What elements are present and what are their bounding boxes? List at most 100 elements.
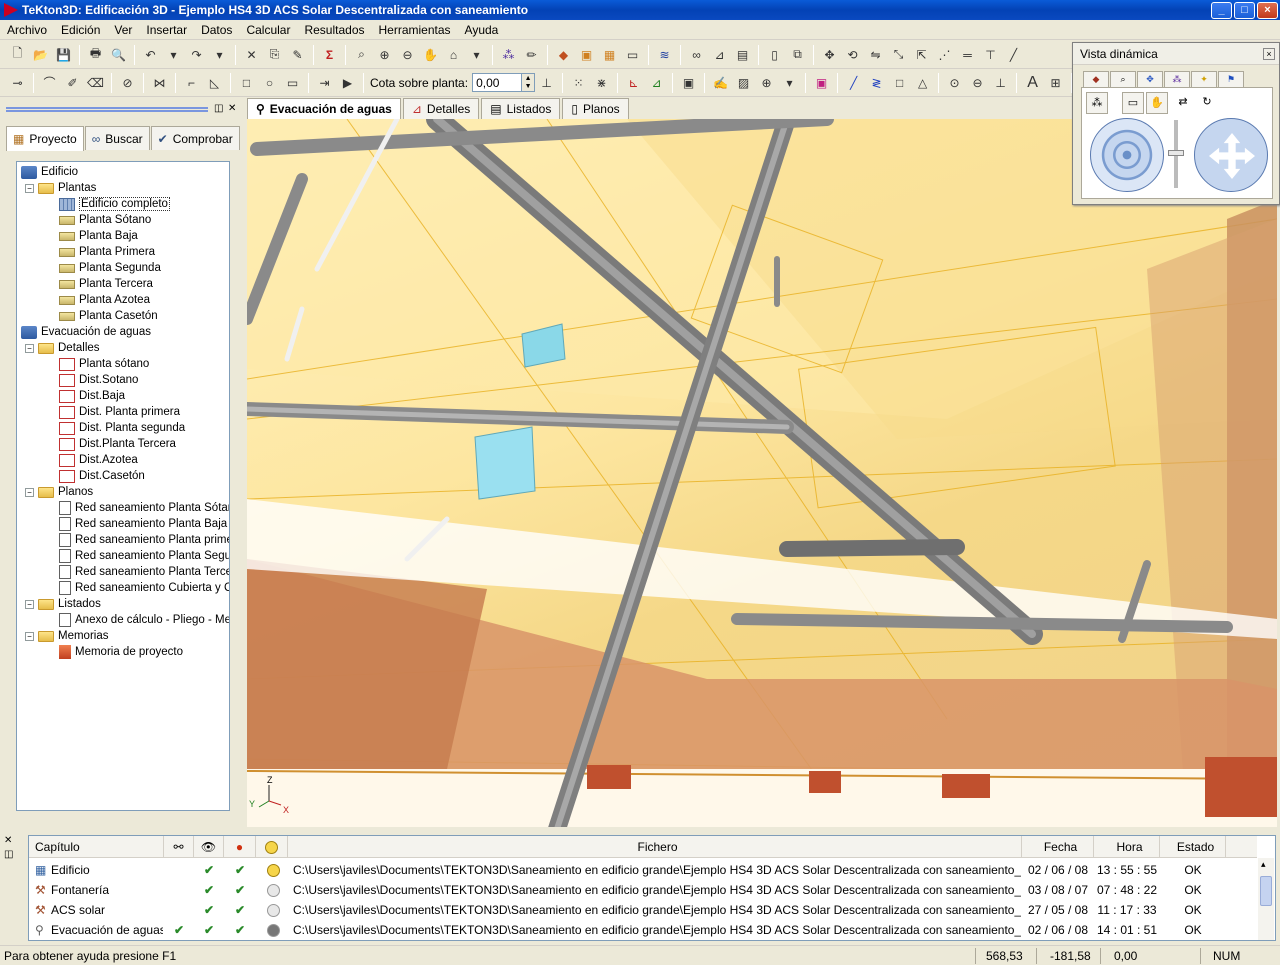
rounded-rect-icon[interactable]: ▭ bbox=[282, 72, 303, 93]
copy-icon[interactable]: ⎘ bbox=[264, 44, 285, 65]
redo-icon[interactable]: ↷ bbox=[186, 44, 207, 65]
zoom-icon[interactable]: ⌕ bbox=[351, 44, 372, 65]
close-button[interactable]: × bbox=[1257, 1, 1278, 19]
zoom-in-icon[interactable]: ⊕ bbox=[374, 44, 395, 65]
cell-calc-check[interactable]: ✔ bbox=[230, 880, 250, 900]
view-dropdown-icon[interactable]: ▾ bbox=[466, 44, 487, 65]
tangent-icon[interactable]: ⊖ bbox=[967, 72, 988, 93]
cell-link-check[interactable] bbox=[169, 860, 189, 880]
tree-item[interactable]: Edificio completo bbox=[59, 196, 170, 212]
tree-item[interactable]: Edificio bbox=[21, 164, 78, 180]
tree-item[interactable]: Planta Segunda bbox=[59, 260, 161, 276]
target-icon[interactable]: ⊕ bbox=[756, 72, 777, 93]
tree-item[interactable]: Red saneamiento Planta Sótan bbox=[59, 500, 229, 516]
cota-spinner[interactable]: ▲ ▼ bbox=[522, 73, 536, 92]
select-box-icon[interactable]: ▣ bbox=[811, 72, 832, 93]
tree-item[interactable]: Evacuación de aguas bbox=[21, 324, 151, 340]
label-mode-icon[interactable]: ▭ bbox=[622, 44, 643, 65]
tree-item[interactable]: − Plantas bbox=[25, 180, 96, 196]
maximize-button[interactable]: □ bbox=[1234, 1, 1255, 19]
tree-item[interactable]: Dist. Planta segunda bbox=[59, 420, 185, 436]
eraser-icon[interactable]: ⌫ bbox=[85, 72, 106, 93]
menu-calcular[interactable]: Calcular bbox=[239, 23, 297, 37]
cell-calc-check[interactable]: ✔ bbox=[230, 900, 250, 920]
array-icon[interactable]: ⋰ bbox=[934, 44, 955, 65]
3d-viewport[interactable]: Z Y X bbox=[247, 119, 1277, 827]
level-icon[interactable]: ⊥ bbox=[536, 72, 557, 93]
col-calc-icon[interactable]: ● bbox=[224, 836, 256, 858]
solid-mode-icon[interactable]: ▣ bbox=[576, 44, 597, 65]
dimension-icon[interactable]: ⊞ bbox=[1045, 72, 1066, 93]
tree-expander-icon[interactable]: − bbox=[25, 183, 34, 193]
panel-grip[interactable] bbox=[6, 107, 208, 112]
layers-icon[interactable]: ≋ bbox=[654, 44, 675, 65]
page-icon[interactable]: ▯ bbox=[764, 44, 785, 65]
tab-buscar[interactable]: ∞ Buscar bbox=[84, 126, 150, 150]
vista-close-button[interactable]: × bbox=[1263, 48, 1275, 60]
rotate-icon[interactable]: ⟲ bbox=[842, 44, 863, 65]
snap-points-icon[interactable]: ⋇ bbox=[591, 72, 612, 93]
orbit-control[interactable] bbox=[1090, 118, 1164, 192]
rectangle-icon[interactable]: □ bbox=[236, 72, 257, 93]
measure-icon[interactable]: ⊿ bbox=[709, 44, 730, 65]
cell-visible-check[interactable]: ✔ bbox=[199, 900, 219, 920]
tree-item[interactable]: Planta Tercera bbox=[59, 276, 153, 292]
tab-planos[interactable]: ▯ Planos bbox=[562, 98, 629, 119]
palette-icon[interactable]: ▨ bbox=[733, 72, 754, 93]
vista-swap-icon[interactable]: ⇄ bbox=[1172, 92, 1194, 114]
tree-item[interactable]: Red saneamiento Cubierta y Ca bbox=[59, 580, 229, 596]
pan-hand-icon[interactable]: ✋ bbox=[420, 44, 441, 65]
line-tool-icon[interactable]: ╱ bbox=[1003, 44, 1024, 65]
col-capitulo[interactable]: Capítulo bbox=[29, 836, 164, 858]
perpendicular-icon[interactable]: ⊥ bbox=[990, 72, 1011, 93]
square-icon[interactable]: □ bbox=[889, 72, 910, 93]
cell-calc-check[interactable]: ✔ bbox=[230, 860, 250, 880]
cell-visible-check[interactable]: ✔ bbox=[199, 880, 219, 900]
cell-calc-check[interactable]: ✔ bbox=[230, 920, 250, 940]
tree-item[interactable]: Planta Baja bbox=[59, 228, 138, 244]
zigzag-icon[interactable]: ≷ bbox=[866, 72, 887, 93]
col-fichero[interactable]: Fichero bbox=[288, 836, 1022, 858]
join-icon[interactable]: ⋈ bbox=[149, 72, 170, 93]
panel-close-icon[interactable]: ✕ bbox=[228, 103, 236, 114]
undo-icon[interactable]: ↶ bbox=[140, 44, 161, 65]
redo-dropdown-icon[interactable]: ▾ bbox=[209, 44, 230, 65]
trim-icon[interactable]: ⊤ bbox=[980, 44, 1001, 65]
tree-expander-icon[interactable]: − bbox=[25, 599, 34, 609]
print-icon[interactable]: 🖶 bbox=[85, 44, 106, 65]
move-icon[interactable]: ✥ bbox=[819, 44, 840, 65]
texture-mode-icon[interactable]: ▦ bbox=[599, 44, 620, 65]
tree-expander-icon[interactable]: − bbox=[25, 487, 34, 497]
chapters-pin-icon[interactable]: ◫ bbox=[4, 849, 13, 860]
table-scroll-thumb[interactable] bbox=[1260, 876, 1272, 906]
axes-icon[interactable]: ⊾ bbox=[623, 72, 644, 93]
ortho-icon[interactable]: ⊿ bbox=[646, 72, 667, 93]
snap-grid-icon[interactable]: ⁙ bbox=[568, 72, 589, 93]
tree-item[interactable]: Red saneamiento Planta Terce bbox=[59, 564, 229, 580]
tree-item[interactable]: Planta sótano bbox=[59, 356, 149, 372]
mirror-icon[interactable]: ⇋ bbox=[865, 44, 886, 65]
tree-item[interactable]: Dist. Planta primera bbox=[59, 404, 180, 420]
tree-item[interactable]: Planta Primera bbox=[59, 244, 155, 260]
col-estado[interactable]: Estado bbox=[1160, 836, 1226, 858]
col-fecha[interactable]: Fecha bbox=[1022, 836, 1094, 858]
forbidden-icon[interactable]: ⊘ bbox=[117, 72, 138, 93]
cell-visible-check[interactable]: ✔ bbox=[199, 920, 219, 940]
annotate-icon[interactable]: ✍ bbox=[710, 72, 731, 93]
monitor-icon[interactable]: ▣ bbox=[678, 72, 699, 93]
tree-item[interactable]: Red saneamiento Planta primer bbox=[59, 532, 229, 548]
table-row[interactable]: ⚒ ACS solar ✔ ✔ C:\Users\javiles\Documents\T… bbox=[29, 900, 1257, 920]
menu-edicion[interactable]: Edición bbox=[54, 23, 107, 37]
col-hora[interactable]: Hora bbox=[1094, 836, 1160, 858]
tree-expander-icon[interactable]: − bbox=[25, 631, 34, 641]
cota-input[interactable] bbox=[472, 73, 523, 92]
tab-proyecto[interactable]: ▦ Proyecto bbox=[6, 126, 84, 151]
tree-item[interactable]: − Detalles bbox=[25, 340, 100, 356]
undo-dropdown-icon[interactable]: ▾ bbox=[163, 44, 184, 65]
circle-icon[interactable]: ○ bbox=[259, 72, 280, 93]
stretch-icon[interactable]: ⤡ bbox=[888, 44, 909, 65]
glasses-icon[interactable]: ∞ bbox=[686, 44, 707, 65]
dynamic-view-icon[interactable]: ⁂ bbox=[498, 44, 519, 65]
table-row[interactable]: ▦ Edificio ✔ ✔ C:\Users\javiles\Documents\TE… bbox=[29, 860, 1257, 880]
tree-item[interactable]: Planta Azotea bbox=[59, 292, 150, 308]
